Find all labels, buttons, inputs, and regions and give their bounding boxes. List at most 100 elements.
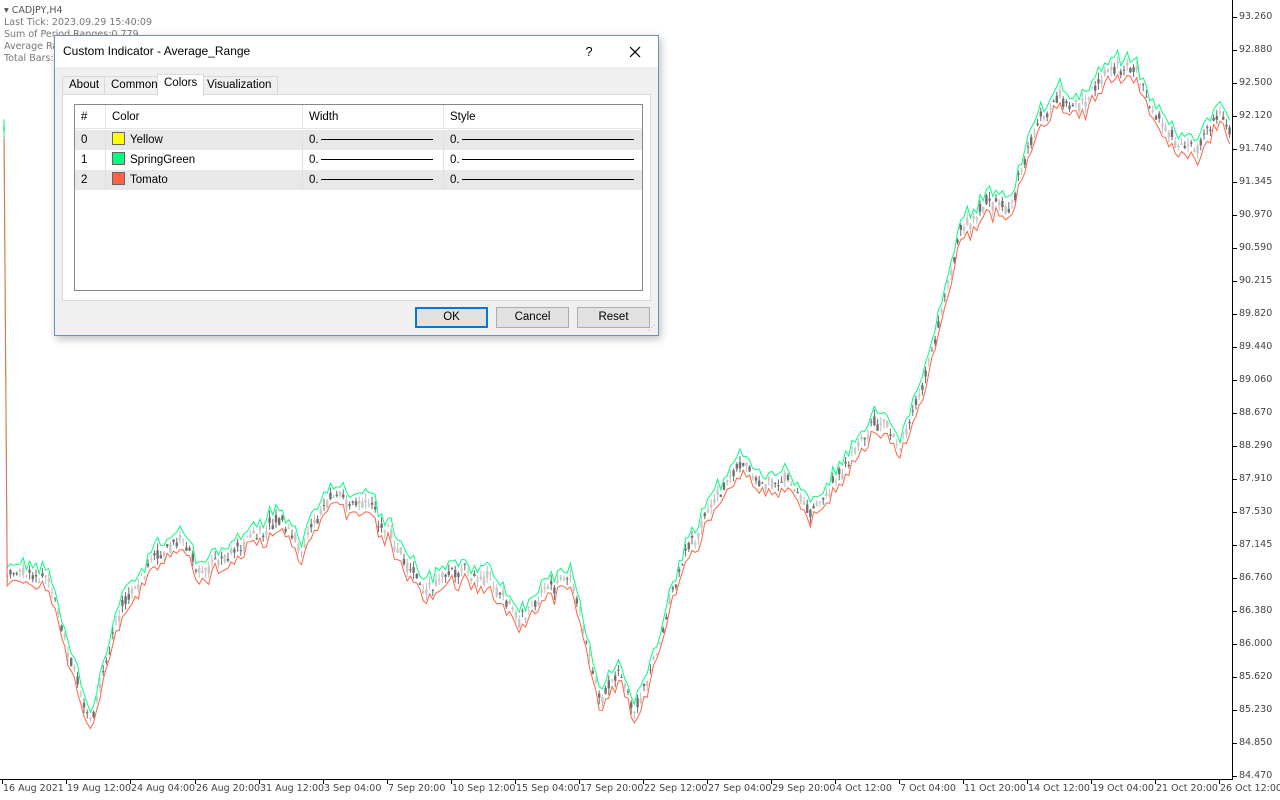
dialog-titlebar[interactable]: Custom Indicator - Average_Range ? xyxy=(55,36,658,67)
ok-button[interactable]: OK xyxy=(415,307,488,328)
price-axis[interactable]: 93.260 92.880 92.500 92.120 91.740 91.345 90.9… xyxy=(1233,0,1280,781)
candle-body xyxy=(671,587,674,590)
candle-body xyxy=(905,428,908,435)
candle-body xyxy=(262,535,265,538)
table-row[interactable]: 0 Yellow 0. 0. xyxy=(75,130,642,150)
candle-body xyxy=(620,676,623,678)
candle-body xyxy=(393,546,396,551)
color-cell[interactable]: Yellow xyxy=(106,130,303,150)
table-row[interactable]: 1 SpringGreen 0. 0. xyxy=(75,150,642,170)
candle-body xyxy=(857,441,860,447)
close-button[interactable] xyxy=(621,41,649,63)
time-label: 19 Aug 12:00 xyxy=(67,783,132,794)
candle-body xyxy=(777,485,780,487)
candle-body xyxy=(1103,70,1106,76)
candle-body xyxy=(370,502,374,505)
candle-body xyxy=(652,656,655,660)
style-cell[interactable]: 0. xyxy=(444,170,642,190)
tab-colors[interactable]: Colors xyxy=(157,74,205,96)
price-label: 84.850 xyxy=(1239,737,1273,748)
candle-body xyxy=(623,683,626,688)
tab-visualization[interactable]: Visualization xyxy=(200,76,279,94)
candle-body xyxy=(47,578,50,582)
price-label: 86.000 xyxy=(1239,638,1273,649)
candle-body xyxy=(838,468,841,475)
price-label: 90.215 xyxy=(1239,275,1273,286)
candle-body xyxy=(1065,101,1068,104)
candle-body xyxy=(66,652,70,657)
candle-body xyxy=(1094,85,1097,91)
chart-menu-arrow-icon[interactable]: ▾ xyxy=(4,5,12,16)
cancel-button[interactable]: Cancel xyxy=(496,307,569,328)
candle-body xyxy=(674,584,678,588)
candle-body xyxy=(898,448,902,450)
candle-body xyxy=(642,683,646,687)
candle-body xyxy=(130,588,134,594)
tab-common[interactable]: Common xyxy=(104,76,165,94)
candle-body xyxy=(284,529,287,532)
style-cell[interactable]: 0. xyxy=(444,130,642,150)
candle-body xyxy=(492,588,495,590)
candle-body xyxy=(290,535,294,539)
colors-grid[interactable]: # Color Width Style 0 Yellow 0. 0. 1 Spr… xyxy=(74,104,643,291)
candle-body xyxy=(930,350,934,352)
column-header-style[interactable]: Style xyxy=(444,105,642,129)
candle-body xyxy=(63,634,66,638)
row-index: 1 xyxy=(75,150,106,170)
candle-body xyxy=(306,532,310,535)
candle-body xyxy=(767,477,770,481)
width-line-sample xyxy=(321,179,433,180)
width-line-sample xyxy=(321,159,433,160)
column-header-color[interactable]: Color xyxy=(106,105,303,129)
candle-body xyxy=(418,583,422,585)
candle-body xyxy=(1183,145,1186,148)
candle-body xyxy=(572,586,575,592)
reset-button[interactable]: Reset xyxy=(577,307,650,328)
table-row[interactable]: 2 Tomato 0. 0. xyxy=(75,170,642,190)
candle-body xyxy=(268,517,271,523)
resize-grip-icon[interactable]: ⋰ xyxy=(648,325,656,333)
color-cell[interactable]: SpringGreen xyxy=(106,150,303,170)
candle-body xyxy=(1154,116,1158,120)
row-index: 0 xyxy=(75,130,106,150)
candle-body xyxy=(665,616,668,620)
width-value: 0. xyxy=(309,154,319,166)
width-cell[interactable]: 0. xyxy=(303,170,444,190)
price-tick xyxy=(1233,281,1237,282)
color-cell[interactable]: Tomato xyxy=(106,170,303,190)
candle-body xyxy=(358,500,361,505)
time-label: 26 Oct 12:00 xyxy=(1220,783,1280,794)
candle-body xyxy=(50,591,54,593)
price-tick xyxy=(1233,347,1237,348)
candle-body xyxy=(537,601,540,605)
candle-body xyxy=(713,498,716,504)
candle-body xyxy=(399,547,402,554)
candle-body xyxy=(182,539,185,541)
candle-body xyxy=(553,587,556,594)
width-cell[interactable]: 0. xyxy=(303,130,444,150)
column-header-width[interactable]: Width xyxy=(303,105,444,129)
color-swatch-springgreen xyxy=(112,152,125,165)
price-label: 91.740 xyxy=(1239,143,1273,154)
candle-body xyxy=(194,570,198,572)
style-cell[interactable]: 0. xyxy=(444,150,642,170)
candle-body xyxy=(783,472,786,482)
time-label: 26 Aug 20:00 xyxy=(196,783,261,794)
candle-body xyxy=(604,687,607,694)
time-axis[interactable]: 16 Aug 2021 19 Aug 12:00 24 Aug 04:00 26 Au… xyxy=(0,780,1280,800)
candle-body xyxy=(1046,113,1049,118)
candle-body xyxy=(281,515,284,520)
colors-tab-panel: # Color Width Style 0 Yellow 0. 0. 1 Spr… xyxy=(62,94,651,301)
candle-body xyxy=(441,572,444,578)
candle-body xyxy=(742,462,745,466)
tab-about[interactable]: About xyxy=(62,76,107,94)
help-button[interactable]: ? xyxy=(577,42,601,62)
column-header-index[interactable]: # xyxy=(75,105,106,129)
width-cell[interactable]: 0. xyxy=(303,150,444,170)
candle-body xyxy=(204,567,207,571)
candle-body xyxy=(166,544,169,547)
candle-body xyxy=(466,571,470,573)
candle-body xyxy=(754,477,758,481)
candle-body xyxy=(870,421,873,423)
candle-body xyxy=(658,642,662,644)
